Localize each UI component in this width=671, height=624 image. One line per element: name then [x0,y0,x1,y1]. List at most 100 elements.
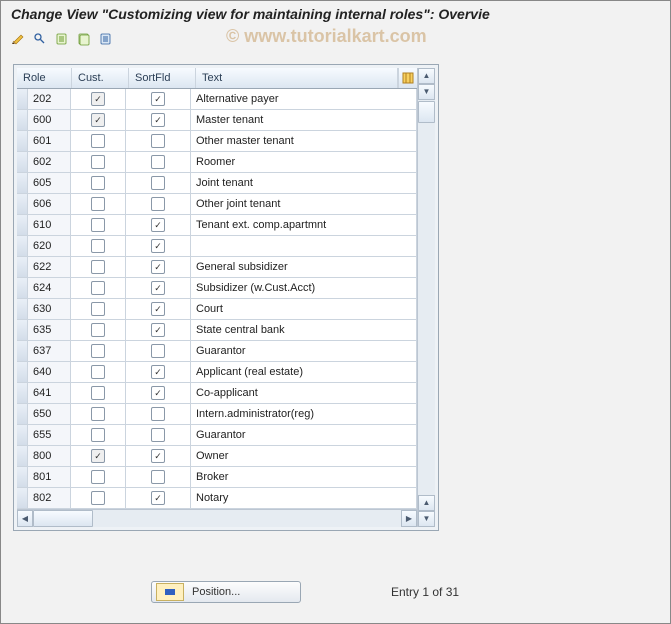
cell-cust[interactable] [71,131,126,151]
delimit-icon[interactable] [97,30,115,48]
table-row[interactable]: 635✓State central bank [17,320,417,341]
table-row[interactable]: 802✓Notary [17,488,417,509]
row-selector[interactable] [17,131,28,151]
cell-role[interactable]: 622 [28,257,71,277]
row-selector[interactable] [17,278,28,298]
cust-checkbox[interactable] [91,239,105,253]
cell-cust[interactable] [71,404,126,424]
cell-role[interactable]: 605 [28,173,71,193]
cell-role[interactable]: 601 [28,131,71,151]
cell-role[interactable]: 620 [28,236,71,256]
table-row[interactable]: 640 ✓ Applicant (real estate) [17,362,417,383]
table-row[interactable]: 610✓Tenant ext. comp.apartmnt [17,215,417,236]
cell-text[interactable]: Other joint tenant [191,194,417,214]
cell-sortfld[interactable] [126,341,191,361]
table-row[interactable]: 637Guarantor [17,341,417,362]
table-row[interactable]: 601Other master tenant [17,131,417,152]
cell-sortfld[interactable] [126,173,191,193]
row-selector[interactable] [17,152,28,172]
cell-cust[interactable] [71,257,126,277]
cell-text[interactable]: Alternative payer [191,89,417,109]
cust-checkbox[interactable] [91,197,105,211]
row-selector[interactable] [17,488,28,508]
sortfld-checkbox[interactable]: ✓ [151,365,165,379]
cust-checkbox[interactable] [91,323,105,337]
cell-sortfld[interactable]: ✓ [126,488,191,508]
cell-cust[interactable] [71,236,126,256]
row-selector[interactable] [17,404,28,424]
cell-text[interactable]: Notary [191,488,417,508]
cell-role[interactable]: 600 [28,110,71,130]
configure-columns-icon[interactable] [398,68,417,88]
table-row[interactable]: 600✓✓Master tenant [17,110,417,131]
cust-checkbox[interactable] [91,491,105,505]
sortfld-checkbox[interactable]: ✓ [151,281,165,295]
position-button[interactable]: Position... [151,581,301,603]
new-entries-icon[interactable] [53,30,71,48]
sortfld-checkbox[interactable] [151,155,165,169]
cell-role[interactable]: 610 [28,215,71,235]
cell-text[interactable]: Court [191,299,417,319]
sortfld-checkbox[interactable]: ✓ [151,260,165,274]
sortfld-checkbox[interactable] [151,428,165,442]
row-selector[interactable] [17,320,28,340]
cell-cust[interactable]: ✓ [71,89,126,109]
cell-role[interactable]: 801 [28,467,71,487]
sortfld-checkbox[interactable] [151,134,165,148]
table-row[interactable]: 620 ✓ [17,236,417,257]
cell-cust[interactable] [71,299,126,319]
cell-sortfld[interactable]: ✓ [126,215,191,235]
cell-sortfld[interactable] [126,131,191,151]
sortfld-checkbox[interactable] [151,407,165,421]
cell-sortfld[interactable]: ✓ [126,446,191,466]
row-selector[interactable] [17,110,28,130]
cell-sortfld[interactable] [126,425,191,445]
cell-role[interactable]: 640 [28,362,71,382]
cell-text[interactable]: Guarantor [191,425,417,445]
sortfld-checkbox[interactable]: ✓ [151,449,165,463]
cust-checkbox[interactable] [91,218,105,232]
cell-cust[interactable]: ✓ [71,110,126,130]
hscroll-thumb[interactable] [33,510,93,527]
cell-text[interactable]: Master tenant [191,110,417,130]
cell-role[interactable]: 650 [28,404,71,424]
table-row[interactable]: 650Intern.administrator(reg) [17,404,417,425]
cell-text[interactable]: Joint tenant [191,173,417,193]
cell-role[interactable]: 606 [28,194,71,214]
cell-sortfld[interactable]: ✓ [126,236,191,256]
cell-sortfld[interactable]: ✓ [126,257,191,277]
row-selector[interactable] [17,341,28,361]
cell-sortfld[interactable]: ✓ [126,278,191,298]
cust-checkbox[interactable] [91,281,105,295]
sortfld-checkbox[interactable] [151,470,165,484]
row-selector[interactable] [17,362,28,382]
vscroll-down-btn[interactable]: ▼ [418,511,435,527]
cust-checkbox[interactable] [91,344,105,358]
sortfld-checkbox[interactable]: ✓ [151,386,165,400]
hscroll-left-btn[interactable]: ◀ [17,510,33,527]
row-selector[interactable] [17,173,28,193]
vscroll-up-btn[interactable]: ▲ [418,68,435,84]
sortfld-checkbox[interactable] [151,176,165,190]
cell-role[interactable]: 641 [28,383,71,403]
cust-checkbox[interactable] [91,407,105,421]
table-row[interactable]: 606 Other joint tenant [17,194,417,215]
cell-role[interactable]: 637 [28,341,71,361]
copy-as-icon[interactable] [75,30,93,48]
cust-checkbox[interactable] [91,365,105,379]
row-selector[interactable] [17,299,28,319]
vscroll-thumb[interactable] [418,101,435,123]
row-selector[interactable] [17,383,28,403]
sortfld-checkbox[interactable] [151,197,165,211]
cust-checkbox[interactable] [91,134,105,148]
sortfld-checkbox[interactable]: ✓ [151,302,165,316]
toggle-change-icon[interactable] [9,30,27,48]
cell-text[interactable]: Applicant (real estate) [191,362,417,382]
cell-sortfld[interactable]: ✓ [126,320,191,340]
cust-checkbox[interactable] [91,302,105,316]
row-selector[interactable] [17,89,28,109]
cell-role[interactable]: 655 [28,425,71,445]
vertical-scrollbar[interactable]: ▲ ▼ ▲ ▼ [417,68,435,527]
vscroll-page-down-btn[interactable]: ▲ [418,495,435,511]
table-row[interactable]: 605 Joint tenant [17,173,417,194]
